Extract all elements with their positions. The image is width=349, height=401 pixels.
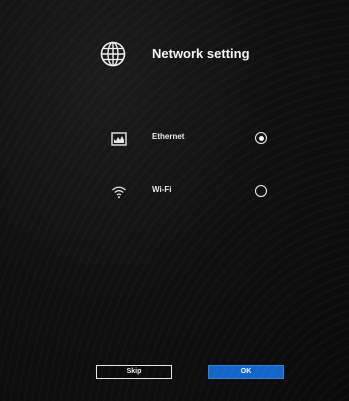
option-ethernet[interactable]: Ethernet (0, 129, 349, 149)
radio-ethernet[interactable] (255, 132, 267, 144)
skip-button[interactable]: Skip (96, 365, 172, 379)
radio-wifi[interactable] (255, 185, 267, 197)
globe-icon (100, 41, 126, 72)
wifi-icon (111, 185, 127, 199)
ethernet-icon (111, 132, 127, 146)
header: Network setting (100, 41, 250, 72)
network-setting-screen: Network setting Ethernet Wi-Fi Skip OK (0, 0, 349, 401)
option-label-ethernet: Ethernet (152, 132, 185, 141)
ok-button[interactable]: OK (208, 365, 284, 379)
page-title: Network setting (152, 46, 250, 61)
option-wifi[interactable]: Wi-Fi (0, 182, 349, 202)
option-label-wifi: Wi-Fi (152, 185, 172, 194)
radio-selected-dot (258, 135, 264, 141)
